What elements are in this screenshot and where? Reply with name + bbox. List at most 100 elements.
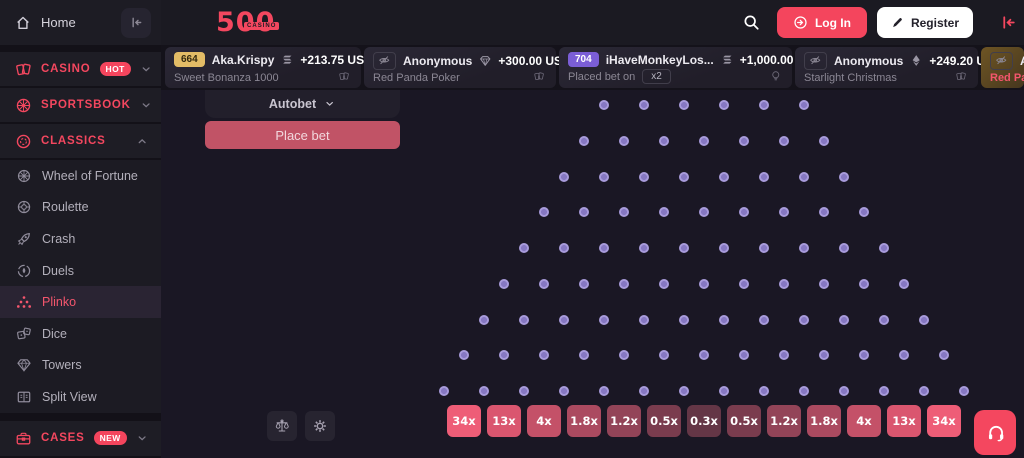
header-actions: Log In Register: [737, 7, 1024, 38]
sidebar-item-crash[interactable]: Crash: [0, 223, 161, 255]
plinko-peg: [759, 243, 769, 253]
tron-icon: [479, 54, 493, 68]
brand-logo[interactable]: 500 CASINO: [216, 0, 275, 45]
support-button[interactable]: [974, 410, 1016, 455]
fairness-button[interactable]: [267, 411, 297, 441]
ticker-item[interactable]: Anonymous +300.00 USD Red Panda Poker: [364, 47, 556, 88]
place-bet-button[interactable]: Place bet: [205, 121, 400, 149]
plinko-peg: [699, 279, 709, 289]
plinko-peg: [819, 207, 829, 217]
slot-cards-icon: [534, 71, 547, 84]
plinko-peg: [599, 386, 609, 396]
sidebar-category-cases[interactable]: CASES NEW: [0, 421, 161, 456]
ticker-item[interactable]: Anonymous +249.20 USD Starlight Christma…: [795, 47, 978, 88]
plinko-peg: [759, 315, 769, 325]
headset-icon: [986, 423, 1005, 442]
place-bet-label: Place bet: [275, 128, 329, 143]
login-icon: [793, 15, 808, 30]
chevron-down-icon: [324, 98, 336, 110]
home-icon[interactable]: [15, 15, 31, 31]
plinko-peg: [699, 136, 709, 146]
login-button[interactable]: Log In: [777, 7, 867, 38]
plinko-peg: [439, 386, 449, 396]
plinko-peg: [879, 386, 889, 396]
chevron-down-icon: [140, 63, 153, 76]
plinko-peg: [539, 279, 549, 289]
plinko-peg: [479, 386, 489, 396]
ticker-item[interactable]: 704 iHaveMonkeyLos... +1,000.00 USD Plac…: [559, 47, 792, 88]
plinko-peg: [879, 243, 889, 253]
plinko-peg: [779, 350, 789, 360]
sidebar-item-duels[interactable]: Duels: [0, 255, 161, 287]
sidebar-item-towers[interactable]: Towers: [0, 350, 161, 382]
plinko-peg: [639, 315, 649, 325]
bet-mode-dropdown[interactable]: Autobet: [205, 90, 400, 118]
multiplier-bucket[interactable]: 1.8x: [567, 405, 601, 437]
plinko-peg: [779, 207, 789, 217]
sidebar-item-label: Plinko: [42, 295, 76, 309]
sidebar-item-plinko[interactable]: Plinko: [0, 286, 161, 318]
plinko-peg: [859, 279, 869, 289]
sidebar-item-dice[interactable]: Dice: [0, 318, 161, 350]
plinko-peg: [719, 315, 729, 325]
chevron-down-icon: [136, 432, 149, 445]
plinko-peg: [779, 279, 789, 289]
plinko-peg: [659, 350, 669, 360]
plinko-peg: [799, 243, 809, 253]
sidebar-item-wheel-of-fortune[interactable]: Wheel of Fortune: [0, 160, 161, 192]
plinko-peg: [959, 386, 969, 396]
multiplier-bucket[interactable]: 34x: [447, 405, 481, 437]
plinko-peg: [659, 279, 669, 289]
settings-button[interactable]: [305, 411, 335, 441]
sidebar-collapse-button[interactable]: [121, 8, 151, 38]
plinko-peg: [739, 136, 749, 146]
sidebar-category-classics[interactable]: CLASSICS: [0, 124, 161, 158]
register-label: Register: [911, 16, 959, 30]
multiplier-bucket[interactable]: 13x: [487, 405, 521, 437]
sidebar-item-roulette[interactable]: Roulette: [0, 192, 161, 224]
anonymous-eye-off-icon: [373, 52, 396, 70]
multiplier-bucket[interactable]: 34x: [927, 405, 961, 437]
multiplier-bucket[interactable]: 4x: [847, 405, 881, 437]
ticker-item[interactable]: A Red Pan: [981, 47, 1024, 88]
logo-subtext: CASINO: [244, 22, 279, 30]
multiplier-bucket[interactable]: 1.8x: [807, 405, 841, 437]
ticker-item-bottom-row: Sweet Bonanza 1000: [174, 71, 352, 84]
chip-icon: [15, 133, 32, 150]
plinko-peg: [919, 315, 929, 325]
dice-icon: [16, 326, 32, 342]
briefcase-icon: [15, 430, 32, 447]
roulette-icon: [16, 199, 32, 215]
game-name: Red Pan: [990, 72, 1024, 84]
sidebar-item-label: Dice: [42, 327, 67, 341]
plinko-peg: [579, 136, 589, 146]
multiplier-bucket[interactable]: 0.3x: [687, 405, 721, 437]
multiplier-bucket[interactable]: 4x: [527, 405, 561, 437]
multiplier-bucket[interactable]: 1.2x: [767, 405, 801, 437]
ticker-item-top-row: 664 Aka.Krispy +213.75 USD: [174, 52, 352, 67]
multiplier-bucket[interactable]: 0.5x: [727, 405, 761, 437]
sidebar-item-split-view[interactable]: Split View: [0, 381, 161, 413]
plinko-icon: [16, 294, 32, 310]
home-link[interactable]: Home: [41, 15, 76, 30]
sidebar-category-casino[interactable]: CASINO HOT: [0, 52, 161, 86]
plinko-peg: [659, 136, 669, 146]
search-icon[interactable]: [737, 8, 767, 38]
level-badge: 704: [568, 52, 599, 67]
plinko-peg: [619, 279, 629, 289]
ticker-item[interactable]: 664 Aka.Krispy +213.75 USD Sweet Bonanza…: [165, 47, 361, 88]
plinko-peg: [819, 350, 829, 360]
plinko-peg: [779, 136, 789, 146]
ticker-item-bottom-row: Placed bet on x2: [568, 69, 783, 84]
sidebar-category-sportsbook[interactable]: SPORTSBOOK: [0, 88, 161, 122]
register-button[interactable]: Register: [877, 7, 973, 38]
multiplier-bucket[interactable]: 1.2x: [607, 405, 641, 437]
bettor-name: Anonymous: [834, 54, 903, 68]
multiplier-bucket[interactable]: 13x: [887, 405, 921, 437]
plinko-peg: [619, 350, 629, 360]
plinko-peg: [679, 100, 689, 110]
game-name: Placed bet on: [568, 71, 635, 83]
chat-collapse-icon[interactable]: [999, 13, 1018, 32]
plinko-peg: [599, 100, 609, 110]
multiplier-bucket[interactable]: 0.5x: [647, 405, 681, 437]
